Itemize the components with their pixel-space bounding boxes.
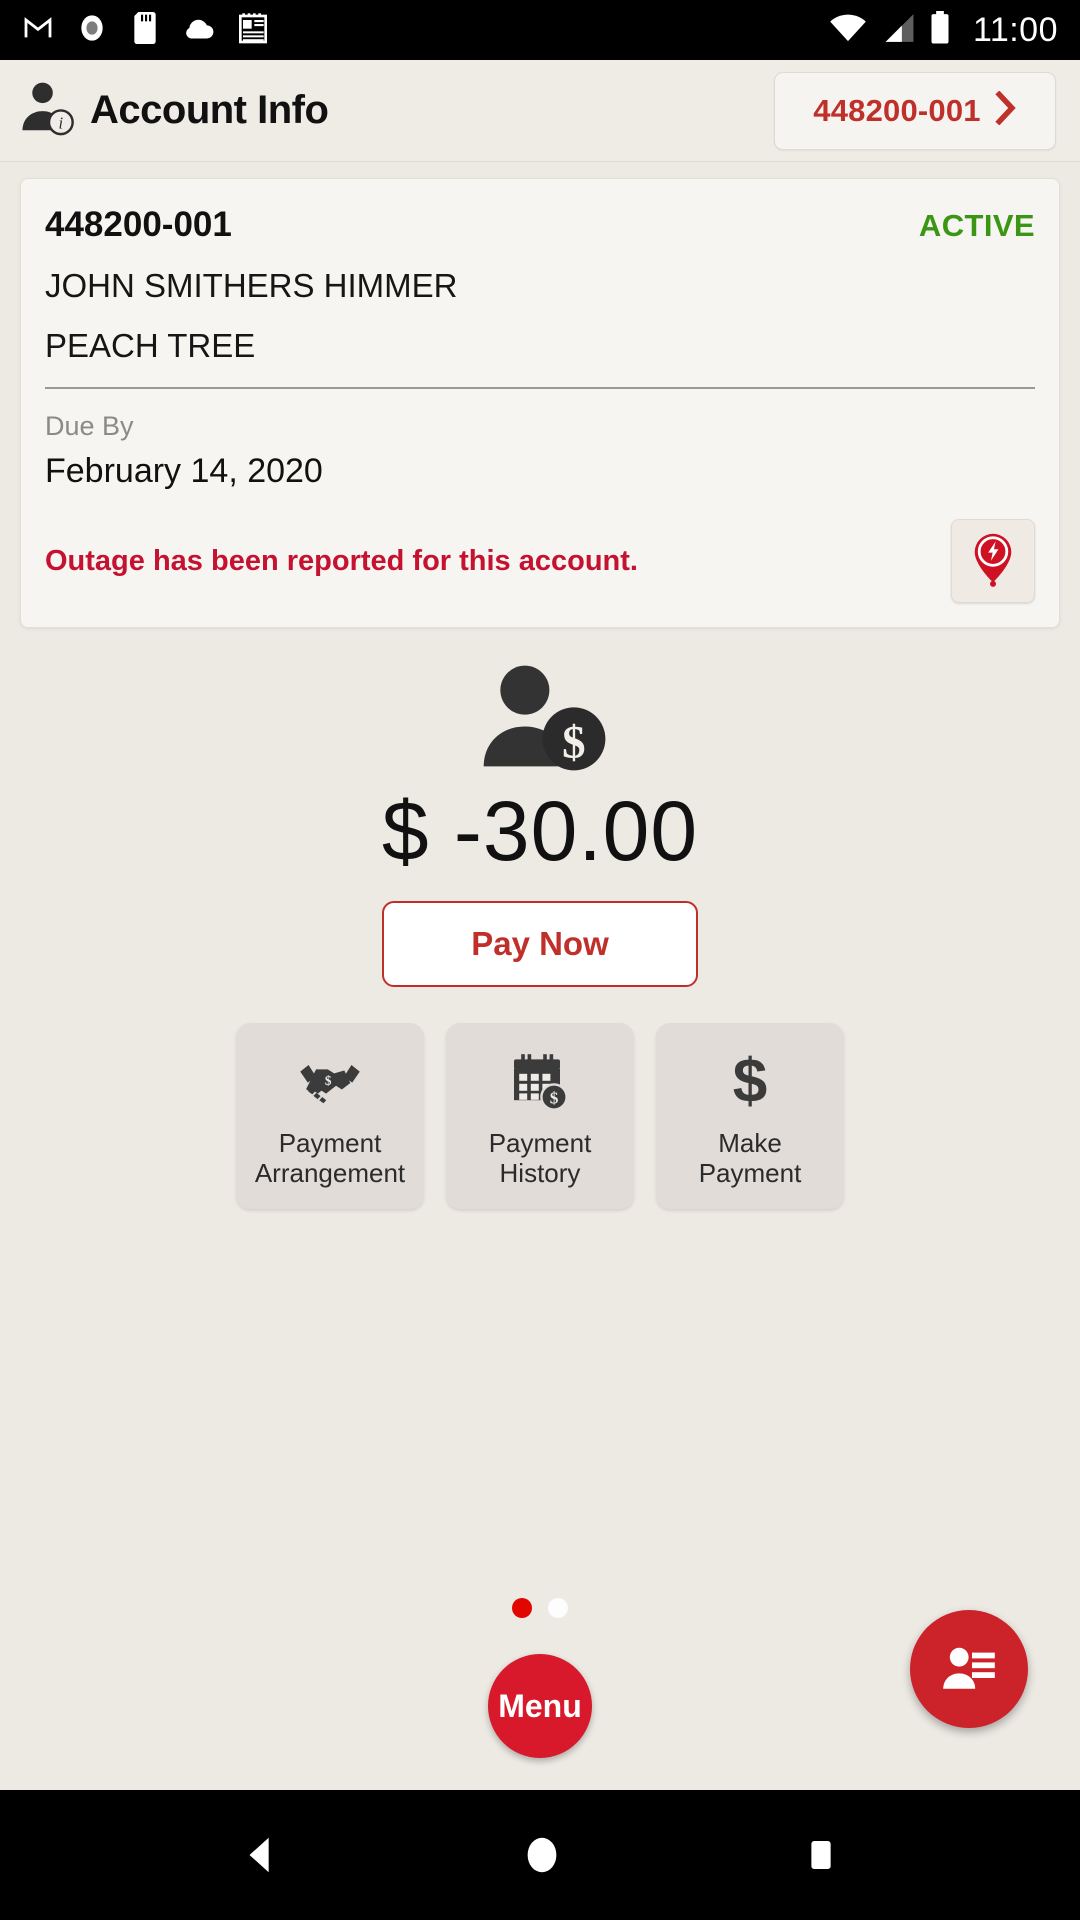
battery-icon — [929, 10, 951, 50]
tile-payment-history[interactable]: $ Payment History — [446, 1023, 634, 1210]
outage-notice-row: Outage has been reported for this accoun… — [45, 519, 1035, 603]
android-nav-bar — [0, 1790, 1080, 1920]
menu-button[interactable]: Menu — [488, 1654, 592, 1758]
record-icon — [76, 12, 108, 49]
customer-name: JOHN SMITHERS HIMMER — [45, 267, 458, 304]
recents-square-icon[interactable] — [800, 1834, 842, 1876]
page-title: Account Info — [90, 88, 329, 132]
chevron-right-icon — [995, 90, 1017, 130]
status-badge: ACTIVE — [918, 208, 1035, 243]
page-header: i Account Info 448200-001 — [0, 60, 1080, 162]
cellular-signal-icon — [881, 12, 915, 49]
notes-icon — [238, 12, 268, 49]
outage-message: Outage has been reported for this accoun… — [45, 544, 638, 577]
pager-dots — [0, 1598, 1080, 1618]
due-date-value: February 14, 2020 — [45, 452, 323, 490]
account-number: 448200-001 — [45, 205, 232, 244]
svg-text:$: $ — [550, 1088, 559, 1107]
tile-payment-arrangement[interactable]: $ Payment Arrangement — [236, 1023, 424, 1210]
account-summary-card[interactable]: 448200-001 ACTIVE JOHN SMITHERS HIMMER P… — [20, 178, 1060, 628]
outage-report-button[interactable] — [951, 519, 1035, 603]
contact-card-icon — [938, 1640, 1000, 1699]
svg-text:$: $ — [562, 717, 585, 769]
main-content: 448200-001 ACTIVE JOHN SMITHERS HIMMER P… — [0, 162, 1080, 1790]
balance-section: $ $ -30.00 Pay Now — [0, 662, 1080, 988]
person-dollar-icon: $ — [473, 662, 607, 779]
tile-label: Make Payment — [698, 1127, 802, 1189]
card-divider — [45, 387, 1035, 389]
account-card-header-row: 448200-001 ACTIVE — [45, 205, 1035, 245]
tile-label: Payment History — [488, 1127, 592, 1189]
back-triangle-icon[interactable] — [238, 1832, 284, 1878]
account-info-icon: i — [18, 79, 76, 142]
wifi-icon — [829, 12, 867, 49]
account-selector-button[interactable]: 448200-001 — [774, 71, 1056, 150]
status-bar: 11:00 — [0, 0, 1080, 60]
app-root: 11:00 i Account Info 448200-001 448200-0… — [0, 0, 1080, 1920]
tile-make-payment[interactable]: $ Make Payment — [656, 1023, 844, 1210]
pager-dot-2[interactable] — [548, 1598, 568, 1618]
contact-fab-button[interactable] — [910, 1610, 1028, 1728]
gmail-icon — [22, 12, 54, 49]
status-bar-right-icons: 11:00 — [829, 10, 1058, 50]
account-selector-label: 448200-001 — [813, 92, 981, 128]
home-circle-icon[interactable] — [519, 1832, 565, 1878]
handshake-dollar-icon: $ — [298, 1050, 362, 1114]
pager-dot-1[interactable] — [512, 1598, 532, 1618]
outage-pin-icon — [967, 531, 1019, 592]
cloud-icon — [182, 12, 216, 49]
header-title-group: i Account Info — [18, 79, 329, 142]
svg-text:i: i — [59, 114, 64, 133]
tile-label: Payment Arrangement — [254, 1127, 406, 1189]
calendar-dollar-icon: $ — [510, 1050, 570, 1114]
status-bar-left-icons — [22, 11, 268, 49]
due-by-label: Due By — [45, 411, 134, 441]
pay-now-button[interactable]: Pay Now — [382, 901, 698, 988]
service-address: PEACH TREE — [45, 327, 256, 364]
svg-text:$: $ — [325, 1073, 332, 1088]
status-bar-clock: 11:00 — [972, 10, 1058, 49]
svg-text:$: $ — [733, 1052, 767, 1112]
quick-actions: $ Payment Arrangement $ Payment History … — [0, 1023, 1080, 1210]
dollar-sign-icon: $ — [726, 1050, 774, 1114]
balance-amount: $ -30.00 — [381, 784, 699, 878]
sd-card-icon — [130, 11, 160, 49]
